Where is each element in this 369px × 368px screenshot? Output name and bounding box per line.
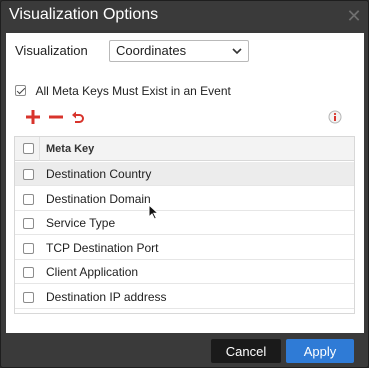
- row-checkbox[interactable]: [23, 291, 34, 303]
- all-meta-keys-label: All Meta Keys Must Exist in an Event: [35, 83, 231, 98]
- undo-icon[interactable]: [71, 110, 85, 124]
- meta-key-label: Service Type: [46, 216, 116, 230]
- meta-key-label: Destination Country: [46, 167, 152, 181]
- row-checkbox[interactable]: [23, 169, 34, 180]
- visualization-options-dialog: Visualization Options ✕ Visualization Co…: [0, 0, 369, 368]
- column-divider: [39, 137, 40, 161]
- info-icon[interactable]: [328, 110, 342, 124]
- row-checkbox[interactable]: [23, 218, 34, 229]
- visualization-select-value: Coordinates: [116, 43, 187, 58]
- visualization-label: Visualization: [15, 43, 88, 58]
- minus-icon[interactable]: [49, 110, 63, 124]
- all-meta-keys-checkbox[interactable]: [15, 85, 26, 97]
- row-checkbox[interactable]: [23, 267, 34, 278]
- dialog-title-bar: Visualization Options ✕: [1, 1, 368, 33]
- table-row[interactable]: Client Application: [15, 260, 354, 284]
- dialog-title: Visualization Options: [9, 6, 159, 23]
- all-meta-keys-option: All Meta Keys Must Exist in an Event: [15, 82, 231, 98]
- table-row[interactable]: Destination Domain: [15, 187, 354, 211]
- table-row[interactable]: Destination IP address: [15, 285, 354, 309]
- table-row[interactable]: TCP Destination Port: [15, 236, 354, 260]
- row-checkbox[interactable]: [23, 242, 34, 254]
- visualization-select[interactable]: Coordinates: [109, 40, 249, 62]
- meta-key-label: Client Application: [46, 265, 139, 279]
- meta-key-label: TCP Destination Port: [46, 240, 159, 255]
- select-all-checkbox[interactable]: [23, 143, 34, 154]
- table-row[interactable]: Service Type: [15, 211, 354, 235]
- meta-key-label: Destination Domain: [46, 191, 151, 206]
- chevron-down-icon: [232, 48, 242, 55]
- row-checkbox[interactable]: [23, 193, 34, 205]
- close-icon[interactable]: ✕: [346, 7, 362, 25]
- meta-key-label: Destination IP address: [46, 289, 167, 304]
- grid-header: Meta Key: [15, 137, 354, 161]
- cancel-button[interactable]: Cancel: [211, 339, 281, 363]
- table-row[interactable]: Destination Country: [15, 162, 354, 186]
- plus-icon[interactable]: [26, 110, 40, 124]
- apply-button[interactable]: Apply: [286, 339, 354, 363]
- meta-key-grid: Meta Key Destination Country Destination …: [14, 136, 355, 314]
- meta-key-column-header: Meta Key: [46, 143, 95, 155]
- dialog-body: Visualization Coordinates All Meta Keys …: [6, 33, 364, 333]
